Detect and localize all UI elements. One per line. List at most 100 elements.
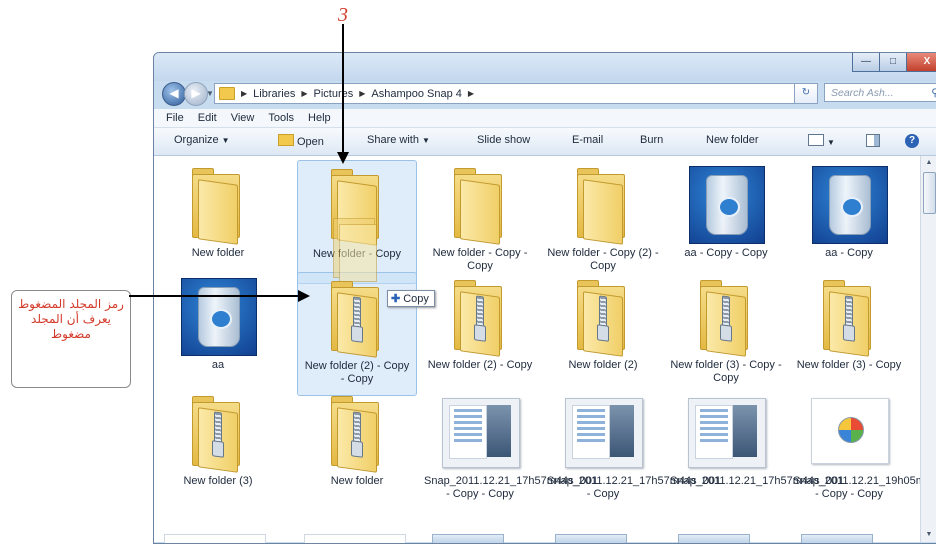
screenshot-thumbnail-icon — [440, 392, 520, 472]
refresh-button[interactable]: ↻ — [794, 83, 818, 104]
folder-icon — [219, 87, 235, 100]
file-item[interactable]: aa - Copy - Copy — [666, 160, 786, 284]
annotation-note: رمز المجلد المضغوط يعرف أن المجلد مضغوط — [18, 297, 124, 341]
file-label: New folder (2) — [568, 359, 638, 371]
zip-folder-icon — [809, 276, 889, 357]
file-label: Snap_2011.12.21_19h05m36s_003 - Copy - C… — [793, 475, 936, 500]
chevron-down-icon: ▼ — [421, 136, 430, 145]
file-item[interactable]: Snap_2011.12.21_17h57m44s_001 - Copy - C… — [420, 388, 599, 512]
search-placeholder: Search Ash... — [831, 87, 894, 99]
file-label: aa - Copy — [825, 247, 873, 259]
address-bar[interactable]: ▶ Libraries ▶ Pictures ▶ Ashampoo Snap 4… — [214, 83, 816, 104]
breadcrumb-ashampoo-snap[interactable]: Ashampoo Snap 4 — [371, 88, 462, 100]
view-icon — [808, 134, 824, 146]
file-label: New folder - Copy (2) - Copy — [547, 247, 659, 272]
file-item[interactable]: Snap_2011.12.21_19h05m36s_003 - Copy - C… — [789, 388, 936, 512]
file-item[interactable]: New folder — [158, 160, 278, 284]
menu-file[interactable]: File — [166, 112, 184, 124]
search-input[interactable]: Search Ash... ⚲ — [824, 83, 936, 102]
scroll-thumb[interactable] — [923, 172, 936, 214]
menu-help[interactable]: Help — [308, 112, 331, 124]
back-button[interactable]: ◀ — [162, 82, 186, 106]
file-label: New folder (3) - Copy - Copy — [670, 359, 782, 384]
file-item[interactable]: New folder (3) - Copy — [789, 272, 909, 396]
drag-copy-label: Copy — [403, 293, 429, 305]
recycle-bin-icon — [178, 276, 258, 356]
file-item[interactable]: aa - Copy — [789, 160, 909, 284]
slide-show-label: Slide show — [477, 134, 531, 146]
chevron-right-icon[interactable]: ▶ — [359, 89, 365, 98]
maximize-button[interactable]: □ — [879, 53, 907, 72]
partial-item[interactable] — [304, 534, 406, 543]
folder-icon — [178, 164, 258, 245]
screenshot-thumbnail-icon — [809, 392, 889, 472]
drag-copy-tooltip: ✚ Copy — [387, 290, 435, 307]
partial-item[interactable] — [801, 534, 873, 543]
title-bar[interactable]: — □ X — [154, 53, 936, 81]
file-item[interactable]: New folder (3) — [158, 388, 278, 512]
partial-item[interactable] — [678, 534, 750, 543]
new-folder-button[interactable]: New folder — [706, 134, 759, 146]
step-number: 3 — [338, 4, 348, 26]
file-item[interactable]: Snap_2011.12.21_17h57m44s_001 - Copy — [543, 388, 721, 512]
file-item[interactable]: New folder (3) - Copy - Copy — [666, 272, 786, 396]
share-with-button[interactable]: Share with ▼ — [367, 134, 430, 146]
vertical-scrollbar[interactable]: ▲ ▼ — [920, 156, 936, 542]
zip-folder-icon — [440, 276, 520, 357]
file-item[interactable]: New folder (2) - Copy — [420, 272, 540, 396]
zip-folder-icon — [317, 392, 397, 473]
file-item[interactable]: aa — [158, 272, 278, 396]
preview-pane-icon — [866, 134, 880, 147]
chevron-down-icon: ▼ — [221, 136, 230, 145]
new-folder-label: New folder — [706, 134, 759, 146]
zip-folder-icon — [178, 392, 258, 473]
search-icon[interactable]: ⚲ — [931, 84, 936, 103]
refresh-icon: ↻ — [801, 87, 811, 98]
open-button[interactable]: Open — [278, 134, 324, 148]
zip-folder-icon — [563, 276, 643, 357]
chevron-right-icon[interactable]: ▶ — [468, 89, 474, 98]
annotation-callout: رمز المجلد المضغوط يعرف أن المجلد مضغوط — [11, 290, 131, 388]
file-item[interactable]: New folder - Copy (2) - Copy — [543, 160, 663, 284]
organize-button[interactable]: Organize ▼ — [174, 134, 230, 146]
file-label: New folder (3) — [183, 475, 253, 487]
change-view-button[interactable]: ▼ — [808, 134, 835, 148]
forward-button[interactable]: ▶ — [184, 82, 208, 106]
chevron-right-icon[interactable]: ▶ — [301, 89, 307, 98]
breadcrumb-pictures[interactable]: Pictures — [314, 88, 354, 100]
slide-show-button[interactable]: Slide show — [477, 134, 530, 146]
close-button[interactable]: X — [906, 53, 936, 72]
file-item[interactable]: New folder - Copy - Copy — [420, 160, 540, 284]
file-label: New folder - Copy - Copy — [432, 247, 528, 272]
plus-icon: ✚ — [391, 293, 401, 305]
folder-icon — [563, 164, 643, 245]
chevron-right-icon[interactable]: ▶ — [241, 89, 247, 98]
open-folder-icon — [278, 134, 294, 146]
minimize-button[interactable]: — — [852, 53, 880, 72]
recent-pages-dropdown-icon[interactable]: ▼ — [206, 89, 214, 98]
file-item[interactable]: Snap_2011.12.21_17h57m44s_001 — [666, 388, 844, 512]
partial-item[interactable] — [164, 534, 266, 543]
menu-view[interactable]: View — [231, 112, 255, 124]
file-item[interactable]: New folder — [297, 388, 417, 512]
scroll-up-icon[interactable]: ▲ — [921, 156, 936, 170]
email-button[interactable]: E-mail — [572, 134, 603, 146]
partial-item[interactable] — [555, 534, 627, 543]
zip-folder-icon — [317, 277, 397, 358]
chevron-down-icon: ▼ — [827, 138, 835, 147]
scroll-down-icon[interactable]: ▼ — [921, 528, 936, 542]
recycle-bin-icon — [809, 164, 889, 244]
file-item[interactable]: New folder (2) — [543, 272, 663, 396]
partial-item[interactable] — [432, 534, 504, 543]
file-label: New folder (2) - Copy - Copy — [304, 360, 410, 385]
menu-tools[interactable]: Tools — [268, 112, 294, 124]
breadcrumb-libraries[interactable]: Libraries — [253, 88, 295, 100]
command-bar: Organize ▼ Open Share with ▼ Slide show E-… — [154, 128, 936, 156]
preview-pane-button[interactable] — [866, 134, 880, 149]
help-button[interactable]: ? — [905, 134, 919, 148]
menu-edit[interactable]: Edit — [198, 112, 217, 124]
file-label: Snap_2011.12.21_17h57m44s_001 - Copy - C… — [424, 475, 599, 500]
burn-button[interactable]: Burn — [640, 134, 663, 146]
screenshot-thumbnail-icon — [563, 392, 643, 472]
open-label: Open — [297, 136, 324, 148]
